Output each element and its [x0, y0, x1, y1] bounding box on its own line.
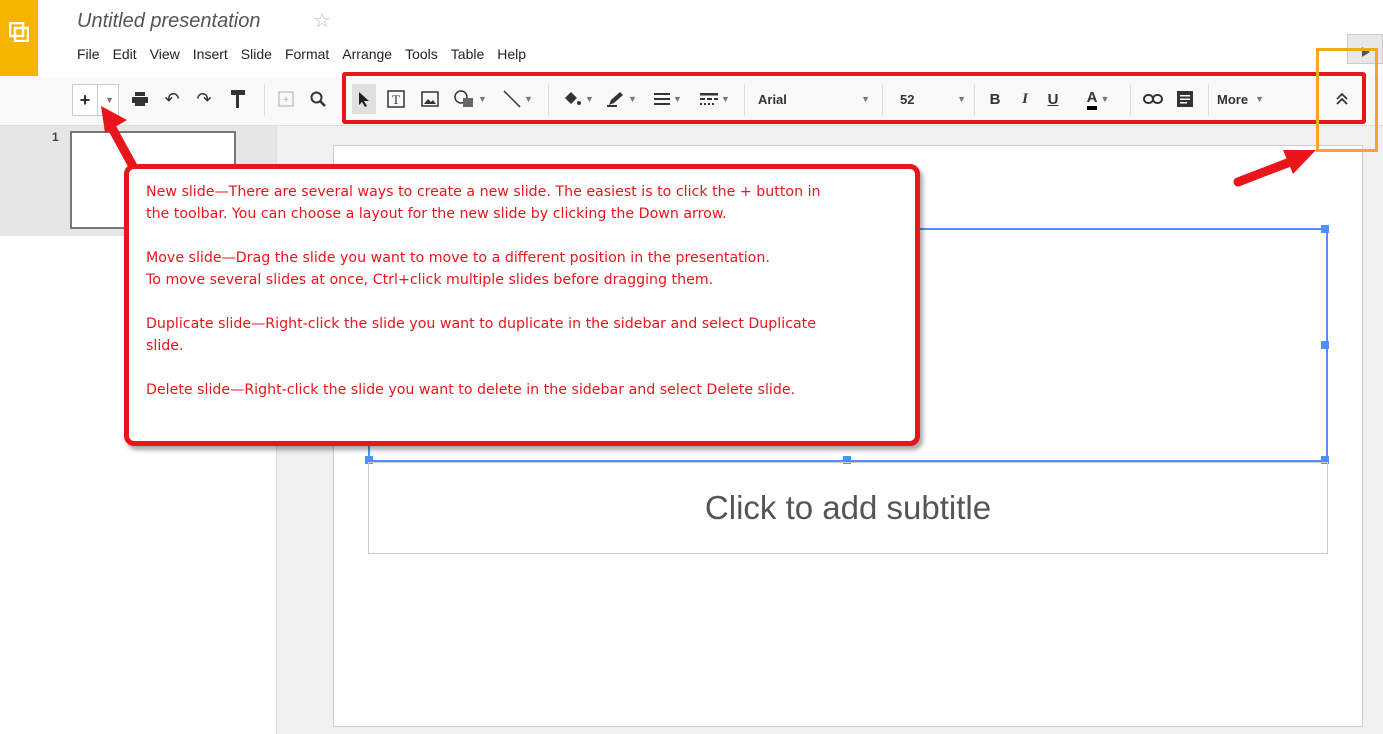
callout-duplicate-line-2: slide. [146, 338, 184, 354]
callout-delete-slide: Delete slide—Right-click the slide you w… [146, 379, 898, 401]
callout-duplicate-line-1: Duplicate slide—Right-click the slide yo… [146, 316, 816, 332]
callout-new-slide: New slide—There are several ways to crea… [146, 181, 898, 225]
callout-new-slide-line-2: the toolbar. You can choose a layout for… [146, 206, 727, 222]
callout-delete-line: Delete slide—Right-click the slide you w… [146, 382, 796, 398]
help-callout: New slide—There are several ways to crea… [124, 164, 920, 446]
arrow-to-new-slide [101, 106, 140, 175]
callout-move-slide-line-2: To move several slides at once, Ctrl+cli… [146, 272, 714, 288]
callout-new-slide-line-1: New slide—There are several ways to crea… [146, 184, 821, 200]
callout-move-slide-line-1: Move slide—Drag the slide you want to mo… [146, 250, 770, 266]
callout-move-slide: Move slide—Drag the slide you want to mo… [146, 247, 898, 291]
callout-duplicate-slide: Duplicate slide—Right-click the slide yo… [146, 313, 898, 357]
arrow-to-collapse [1233, 150, 1316, 187]
